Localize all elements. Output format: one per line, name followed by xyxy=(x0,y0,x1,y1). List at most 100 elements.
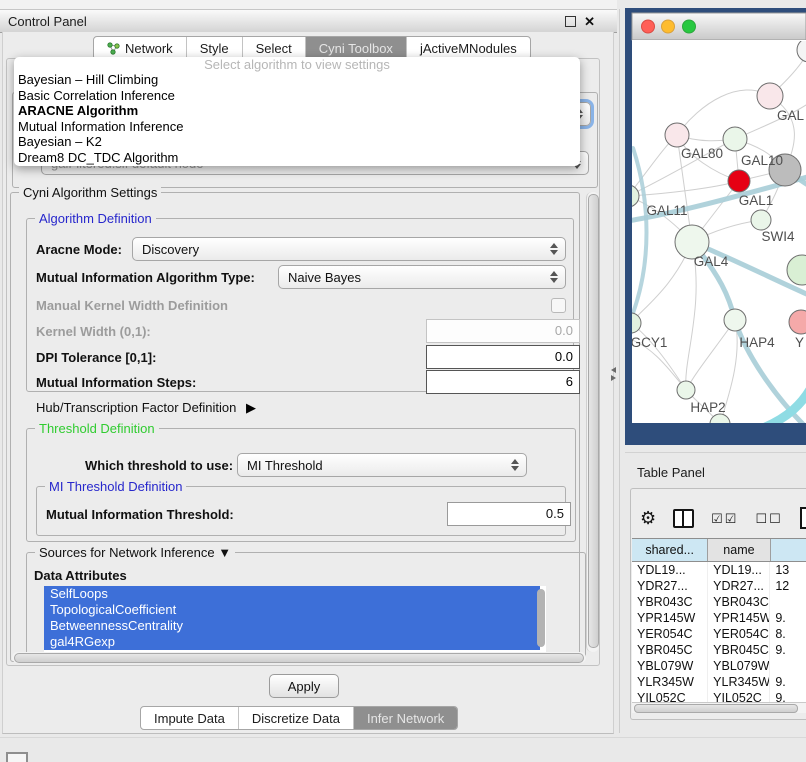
list-item[interactable]: SelfLoops xyxy=(44,586,540,602)
select-all-columns-icon[interactable]: ☑☑ xyxy=(711,512,738,525)
tab-impute-data[interactable]: Impute Data xyxy=(141,707,238,729)
table-header-row: shared... name xyxy=(632,538,806,562)
aracne-mode-value: Discovery xyxy=(133,242,546,257)
tab-style[interactable]: Style xyxy=(186,37,242,59)
mac-close-icon[interactable] xyxy=(642,20,655,33)
list-scrollbar[interactable] xyxy=(537,589,545,647)
column-header-name[interactable]: name xyxy=(708,539,770,561)
settings-vertical-scrollbar[interactable] xyxy=(586,192,599,652)
close-icon[interactable]: ✕ xyxy=(584,15,595,28)
table-panel-title: Table Panel xyxy=(637,465,705,480)
tab-label: Cyni Toolbox xyxy=(319,41,393,56)
table-row[interactable]: YBR043CYBR043C xyxy=(632,594,806,610)
network-node[interactable] xyxy=(723,127,747,151)
mi-algorithm-type-combo[interactable]: Naive Bayes xyxy=(278,265,566,289)
settings-horizontal-scrollbar[interactable] xyxy=(12,652,586,663)
node-label: GCY1 xyxy=(631,335,668,350)
data-attributes-label: Data Attributes xyxy=(34,568,127,583)
network-icon xyxy=(107,42,120,55)
dropdown-item[interactable]: Mutual Information Inference xyxy=(14,119,580,135)
node-label: GAL xyxy=(777,108,805,123)
unselect-all-columns-icon[interactable]: ☐☐ xyxy=(755,512,782,525)
bottom-corner-icon[interactable] xyxy=(6,752,28,762)
table-row[interactable]: YBL079WYBL079W xyxy=(632,658,806,674)
columns-icon[interactable] xyxy=(673,509,694,528)
tab-label: Select xyxy=(256,41,292,56)
mac-minimize-icon[interactable] xyxy=(662,20,675,33)
which-threshold-label: Which threshold to use: xyxy=(85,458,233,473)
network-node[interactable] xyxy=(724,309,746,331)
sources-toggle[interactable]: Sources for Network Inference ▼ xyxy=(35,545,235,560)
which-threshold-combo[interactable]: MI Threshold xyxy=(237,453,527,477)
expanded-arrow-icon: ▼ xyxy=(218,545,231,560)
node-label: GAL10 xyxy=(741,153,783,168)
node-label: HAP4 xyxy=(739,335,775,350)
new-table-icon[interactable] xyxy=(800,507,806,529)
gear-icon[interactable]: ⚙ xyxy=(640,509,656,527)
table-row[interactable]: YBR045CYBR045C9. xyxy=(632,642,806,658)
mi-steps-label: Mutual Information Steps: xyxy=(36,375,196,390)
kernel-width-field[interactable]: 0.0 xyxy=(426,319,580,343)
manual-kernel-label: Manual Kernel Width Definition xyxy=(36,298,228,313)
table-row[interactable]: YLR345WYLR345W9. xyxy=(632,674,806,690)
column-header-partial[interactable] xyxy=(771,539,806,561)
table-horizontal-scrollbar[interactable] xyxy=(632,702,806,713)
dpi-tolerance-field[interactable]: 0.0 xyxy=(426,345,580,369)
dropdown-item[interactable]: Bayesian – Hill Climbing xyxy=(14,72,580,88)
table-toolbar: ⚙ ☑☑ ☐☐ xyxy=(640,505,806,531)
dpi-tolerance-label: DPI Tolerance [0,1]: xyxy=(36,350,156,365)
node-label: HAP2 xyxy=(690,400,725,415)
network-node[interactable] xyxy=(757,83,783,109)
node-label: SWI4 xyxy=(761,229,794,244)
network-node[interactable] xyxy=(728,170,750,192)
table-row[interactable]: YER054CYER054C8. xyxy=(632,626,806,642)
node-label: GAL80 xyxy=(681,146,723,161)
tab-label: jActiveMNodules xyxy=(420,41,517,56)
control-panel-title: Control Panel xyxy=(8,14,87,29)
group-title: Threshold Definition xyxy=(35,421,159,436)
splitter-collapse-handle[interactable] xyxy=(608,366,618,382)
which-threshold-value: MI Threshold xyxy=(238,458,507,473)
group-title: Algorithm Definition xyxy=(35,211,156,226)
collapsed-arrow-icon: ▶ xyxy=(246,400,256,416)
algorithm-dropdown-popup: Select algorithm to view settings Bayesi… xyxy=(14,57,580,166)
node-label: GAL11 xyxy=(646,203,687,218)
table-body: YDL19...YDL19...13 YDR27...YDR27...12 YB… xyxy=(632,562,806,703)
network-window-titlebar[interactable] xyxy=(632,13,806,40)
network-node[interactable] xyxy=(665,123,689,147)
tab-jactivemnodules[interactable]: jActiveMNodules xyxy=(406,37,530,59)
tab-infer-network[interactable]: Infer Network xyxy=(353,707,457,729)
aracne-mode-combo[interactable]: Discovery xyxy=(132,237,566,261)
table-row[interactable]: YPR145WYPR145W9. xyxy=(632,610,806,626)
tab-select[interactable]: Select xyxy=(242,37,305,59)
table-row[interactable]: YDL19...YDL19...13 xyxy=(632,562,806,578)
table-row[interactable]: YDR27...YDR27...12 xyxy=(632,578,806,594)
network-view-window: GAL GAL80 GAL10 GAL1 GAL11 SWI4 GAL4 GCY… xyxy=(625,8,806,445)
column-header-shared-name[interactable]: shared... xyxy=(632,539,708,561)
tab-label: Style xyxy=(200,41,229,56)
mi-algorithm-type-label: Mutual Information Algorithm Type: xyxy=(36,270,255,285)
hub-definition-toggle[interactable]: Hub/Transcription Factor Definition ▶ xyxy=(36,400,256,416)
apply-button[interactable]: Apply xyxy=(269,674,339,698)
node-label: Y xyxy=(795,335,804,350)
list-item[interactable]: TopologicalCoefficient xyxy=(44,602,540,618)
tab-discretize-data[interactable]: Discretize Data xyxy=(238,707,353,729)
network-node[interactable] xyxy=(677,381,695,399)
dropdown-item[interactable]: Bayesian – K2 xyxy=(14,134,580,150)
mi-threshold-field[interactable]: 0.5 xyxy=(447,502,571,526)
dropdown-item[interactable]: Dream8 DC_TDC Algorithm xyxy=(14,150,580,166)
network-node[interactable] xyxy=(751,210,771,230)
data-attributes-list: SelfLoops TopologicalCoefficient Between… xyxy=(44,586,546,652)
tab-label: Network xyxy=(125,41,173,56)
mac-zoom-icon[interactable] xyxy=(683,20,696,33)
dropdown-item[interactable]: Basic Correlation Inference xyxy=(14,88,580,104)
dropdown-item-selected[interactable]: ARACNE Algorithm xyxy=(14,103,580,119)
list-item[interactable]: BetweennessCentrality xyxy=(44,618,540,634)
list-item[interactable]: gal4RGexp xyxy=(44,634,540,650)
tab-cyni-toolbox[interactable]: Cyni Toolbox xyxy=(305,37,406,59)
manual-kernel-checkbox[interactable] xyxy=(551,298,566,313)
tab-network[interactable]: Network xyxy=(94,37,186,59)
mi-steps-field[interactable]: 6 xyxy=(426,370,580,394)
float-icon[interactable] xyxy=(565,16,576,27)
combo-stepper-icon xyxy=(546,243,562,255)
